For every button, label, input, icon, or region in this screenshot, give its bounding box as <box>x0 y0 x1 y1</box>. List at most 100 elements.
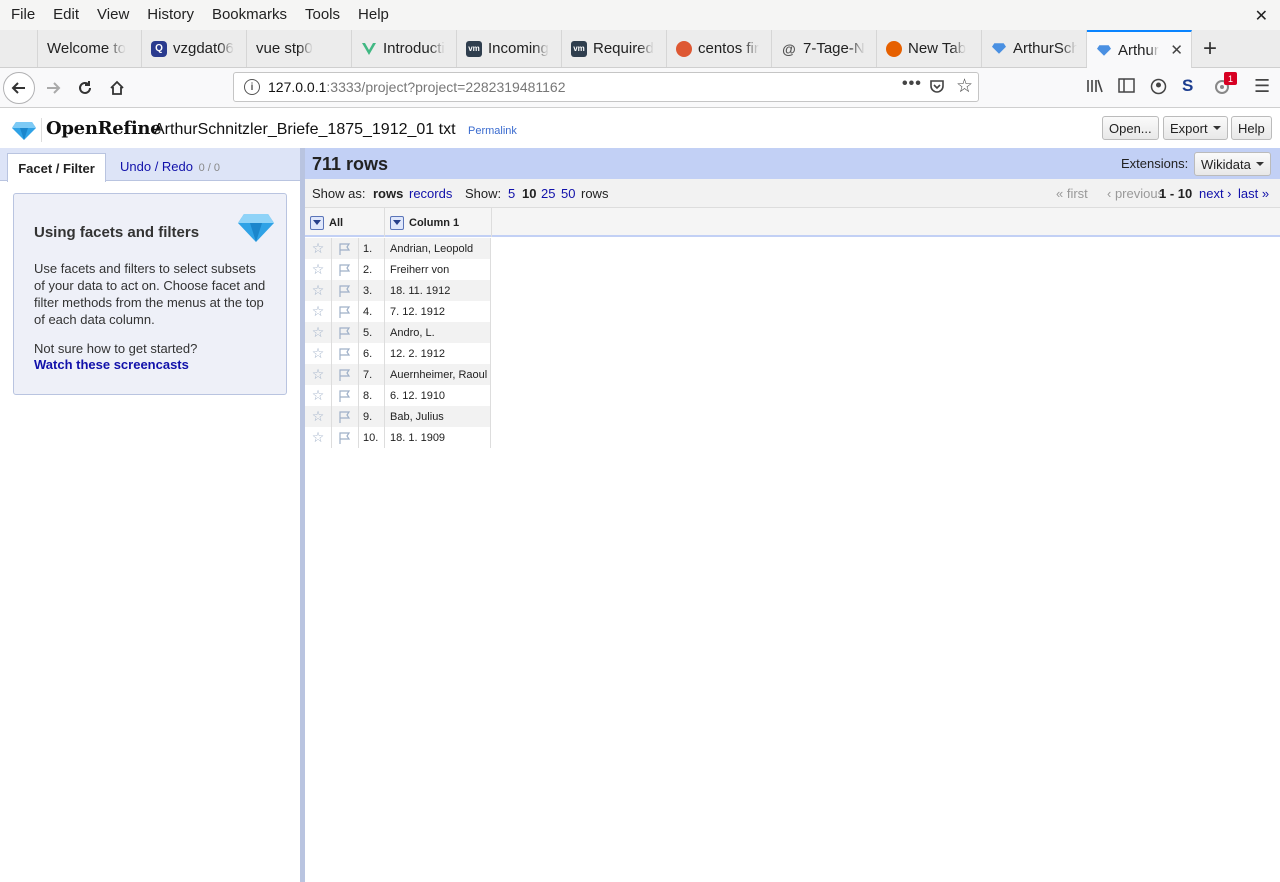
cell-value[interactable]: 7. 12. 1912 <box>385 301 491 322</box>
cell-value[interactable]: 18. 1. 1909 <box>385 427 491 448</box>
page-size-25[interactable]: 25 <box>541 186 555 201</box>
flag-icon[interactable] <box>332 280 359 301</box>
hamburger-menu-icon[interactable]: ☰ <box>1254 76 1270 97</box>
view-records-link[interactable]: records <box>409 186 452 201</box>
menu-bookmarks[interactable]: Bookmarks <box>203 0 296 30</box>
row-index: 5. <box>359 322 385 343</box>
sidebar-icon[interactable] <box>1118 78 1135 97</box>
star-icon[interactable]: ☆ <box>305 259 332 280</box>
column-menu-dropdown-icon[interactable] <box>310 215 324 230</box>
export-button[interactable]: Export <box>1163 116 1228 140</box>
last-page-link[interactable]: last » <box>1238 186 1269 201</box>
window-close-icon[interactable]: ✕ <box>1255 6 1268 26</box>
cell-value[interactable]: 12. 2. 1912 <box>385 343 491 364</box>
browser-tab[interactable]: Welcome to <box>37 30 142 67</box>
openrefine-diamond-icon[interactable] <box>12 122 36 140</box>
page-actions-icon[interactable]: ••• <box>902 75 922 93</box>
diamond-icon <box>238 214 274 242</box>
browser-tab[interactable]: vm Incoming <box>457 30 562 67</box>
browser-tab[interactable]: ArthurSch <box>982 30 1087 67</box>
cell-value[interactable]: 6. 12. 1910 <box>385 385 491 406</box>
column-header-column-1[interactable]: Column 1 <box>385 208 492 237</box>
browser-tab[interactable]: vm Required <box>562 30 667 67</box>
menu-file[interactable]: File <box>2 0 44 30</box>
previous-page-link[interactable]: ‹ previous <box>1107 186 1164 201</box>
cell-value[interactable]: Bab, Julius <box>385 406 491 427</box>
view-rows-mode[interactable]: rows <box>373 186 403 201</box>
page-size-50[interactable]: 50 <box>561 186 575 201</box>
back-button[interactable] <box>3 72 35 104</box>
star-icon[interactable]: ☆ <box>305 406 332 427</box>
star-icon[interactable]: ☆ <box>305 364 332 385</box>
page-size-5[interactable]: 5 <box>508 186 515 201</box>
flag-icon[interactable] <box>332 322 359 343</box>
home-button[interactable] <box>101 72 133 104</box>
bookmark-star-icon[interactable]: ☆ <box>956 75 973 98</box>
at-icon: @ <box>782 40 796 57</box>
menu-view[interactable]: View <box>88 0 138 30</box>
browser-tab-label: Arthur <box>1118 41 1159 59</box>
first-page-link[interactable]: « first <box>1056 186 1088 201</box>
cell-value[interactable]: Freiherr von <box>385 259 491 280</box>
flag-icon[interactable] <box>332 301 359 322</box>
new-tab-plus-icon[interactable]: + <box>1192 30 1228 67</box>
cell-value[interactable]: 18. 11. 1912 <box>385 280 491 301</box>
pocket-icon[interactable] <box>929 78 945 99</box>
browser-tab[interactable]: centos fir <box>667 30 772 67</box>
browser-tab[interactable]: New Tab <box>877 30 982 67</box>
openrefine-logo[interactable]: OpenRefine <box>46 118 162 139</box>
flag-icon[interactable] <box>332 406 359 427</box>
show-as-label: Show as: <box>312 186 366 201</box>
summary-bar: 711 rows Extensions: Wikidata <box>305 148 1280 179</box>
flag-icon[interactable] <box>332 259 359 280</box>
menu-edit[interactable]: Edit <box>44 0 88 30</box>
forward-button[interactable] <box>37 72 69 104</box>
menu-tools[interactable]: Tools <box>296 0 349 30</box>
star-icon[interactable]: ☆ <box>305 343 332 364</box>
menu-history[interactable]: History <box>138 0 203 30</box>
menu-help[interactable]: Help <box>349 0 398 30</box>
browser-tab[interactable]: Arthur ✕ <box>1087 30 1192 68</box>
permalink-link[interactable]: Permalink <box>468 125 517 137</box>
tab-undo-redo[interactable]: Undo / Redo 0 / 0 <box>120 159 220 174</box>
star-icon[interactable]: ☆ <box>305 322 332 343</box>
flag-icon[interactable] <box>332 364 359 385</box>
browser-tab[interactable]: Qvzgdat06 <box>142 30 247 67</box>
extension-s-icon[interactable]: S <box>1182 76 1193 96</box>
column-header-all[interactable]: All <box>305 208 385 237</box>
library-icon[interactable] <box>1086 78 1104 98</box>
column-menu-dropdown-icon[interactable] <box>390 215 404 230</box>
table-row: ☆ 5. Andro, L. <box>305 322 491 343</box>
help-button[interactable]: Help <box>1231 116 1272 140</box>
open-button[interactable]: Open... <box>1102 116 1159 140</box>
wikidata-extension-button[interactable]: Wikidata <box>1194 152 1271 176</box>
url-bar[interactable]: i 127.0.0.1:3333/project?project=2282319… <box>233 72 979 102</box>
screencasts-link[interactable]: Watch these screencasts <box>34 357 189 372</box>
reload-button[interactable] <box>69 72 101 104</box>
star-icon[interactable]: ☆ <box>305 301 332 322</box>
flag-icon[interactable] <box>332 427 359 448</box>
flag-icon[interactable] <box>332 385 359 406</box>
site-info-icon[interactable]: i <box>244 79 260 95</box>
flag-icon[interactable] <box>332 343 359 364</box>
tab-close-icon[interactable]: ✕ <box>1170 41 1183 59</box>
account-icon[interactable] <box>1150 78 1167 99</box>
star-icon[interactable]: ☆ <box>305 280 332 301</box>
browser-tab[interactable]: vue stp0 <box>247 30 352 67</box>
project-title[interactable]: ArthurSchnitzler_Briefe_1875_1912_01 txt <box>154 121 456 139</box>
cell-value[interactable]: Auernheimer, Raoul <box>385 364 491 385</box>
cell-value[interactable]: Andro, L. <box>385 322 491 343</box>
flag-icon[interactable] <box>332 238 359 259</box>
help-text: Use facets and filters to select subsets… <box>34 261 266 327</box>
browser-tab[interactable]: @7-Tage-N <box>772 30 877 67</box>
browser-tab-label: Introducti <box>383 40 445 57</box>
star-icon[interactable]: ☆ <box>305 427 332 448</box>
next-page-link[interactable]: next › <box>1199 186 1232 201</box>
cell-value[interactable]: Andrian, Leopold <box>385 238 491 259</box>
star-icon[interactable]: ☆ <box>305 385 332 406</box>
page-size-10[interactable]: 10 <box>522 186 536 201</box>
column-all-label: All <box>329 216 344 229</box>
browser-tab[interactable]: Introducti <box>352 30 457 67</box>
tab-facet-filter[interactable]: Facet / Filter <box>7 153 106 182</box>
star-icon[interactable]: ☆ <box>305 238 332 259</box>
